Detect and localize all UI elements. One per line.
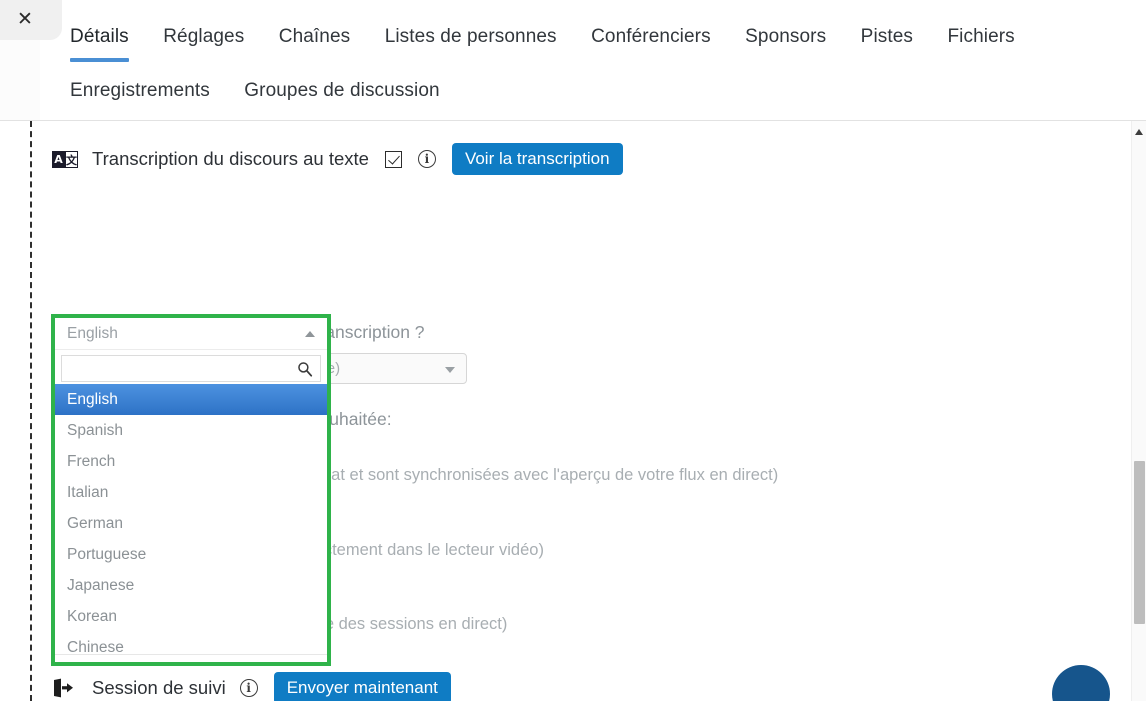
tab-fichiers[interactable]: Fichiers <box>947 22 1014 52</box>
language-option-portuguese[interactable]: Portuguese <box>55 539 327 570</box>
timeline-dashed-rail <box>30 121 32 701</box>
language-option-italian[interactable]: Italian <box>55 477 327 508</box>
close-button[interactable]: ✕ <box>0 0 62 40</box>
tab-sponsors[interactable]: Sponsors <box>745 22 826 52</box>
transcription-section-header: A文 Transcription du discours au texte i … <box>52 142 623 176</box>
tab-label: Détails <box>70 26 129 47</box>
secondary-tab-bar: Enregistrements Groupes de discussion <box>70 76 470 106</box>
tab-label: Enregistrements <box>70 80 210 101</box>
combobox-selected-value: English <box>67 325 118 342</box>
language-option-english[interactable]: English <box>55 384 327 415</box>
combobox-search-box[interactable] <box>61 355 321 382</box>
tab-chaines[interactable]: Chaînes <box>279 22 350 52</box>
close-icon: ✕ <box>17 8 33 30</box>
tab-label: Conférenciers <box>591 26 711 47</box>
tab-label: Chaînes <box>278 26 351 47</box>
tab-label: Groupes de discussion <box>244 80 440 101</box>
tab-enregistrements[interactable]: Enregistrements <box>70 76 210 106</box>
transcription-info-icon[interactable]: i <box>417 150 436 168</box>
tab-label: Sponsors <box>745 26 827 47</box>
app-root: ✕ Détails Réglages Chaînes Listes de per… <box>0 0 1146 701</box>
transcription-checkbox[interactable] <box>384 150 402 168</box>
followup-session-label: Session de suivi <box>92 677 226 698</box>
chevron-down-icon <box>445 367 455 373</box>
language-option-japanese[interactable]: Japanese <box>55 570 327 601</box>
followup-info-icon[interactable]: i <box>239 679 258 697</box>
language-option-german[interactable]: German <box>55 508 327 539</box>
tab-listes-de-personnes[interactable]: Listes de personnes <box>385 22 557 52</box>
scroll-up-arrow-icon[interactable] <box>1135 129 1143 135</box>
combobox-search-input[interactable] <box>62 356 302 381</box>
scrollbar-thumb[interactable] <box>1134 461 1145 624</box>
translate-icon: A文 <box>52 150 78 168</box>
followup-session-row: Session de suivi i Envoyer maintenant <box>52 672 451 701</box>
tab-label: Fichiers <box>947 26 1015 47</box>
tab-reglages[interactable]: Réglages <box>163 22 244 52</box>
view-transcription-button[interactable]: Voir la transcription <box>451 143 623 175</box>
tab-pistes[interactable]: Pistes <box>861 22 913 52</box>
combobox-header[interactable]: English <box>55 318 327 350</box>
speech-language-combobox[interactable]: English English Spanish French Italian G… <box>51 314 331 666</box>
tab-label: Réglages <box>163 26 245 47</box>
tab-conferenciers[interactable]: Conférenciers <box>591 22 711 52</box>
tab-details[interactable]: Détails <box>70 22 129 62</box>
settings-content: uction: onglet de votre chat et sont syn… <box>0 121 1146 701</box>
header-panel: ✕ Détails Réglages Chaînes Listes de per… <box>0 0 1146 120</box>
tab-label: Listes de personnes <box>384 26 557 47</box>
vertical-scrollbar[interactable] <box>1131 121 1146 701</box>
send-now-button[interactable]: Envoyer maintenant <box>273 672 451 701</box>
language-option-spanish[interactable]: Spanish <box>55 415 327 446</box>
language-option-korean[interactable]: Korean <box>55 601 327 632</box>
exit-arrow-icon <box>54 678 73 698</box>
tab-label: Pistes <box>860 26 914 47</box>
chevron-up-icon <box>305 331 315 337</box>
search-icon <box>298 362 313 377</box>
language-option-french[interactable]: French <box>55 446 327 477</box>
window-header: ✕ Détails Réglages Chaînes Listes de per… <box>0 0 1146 121</box>
language-option-list: English Spanish French Italian German Po… <box>55 384 327 656</box>
primary-tab-bar: Détails Réglages Chaînes Listes de perso… <box>70 22 1045 62</box>
transcription-title: Transcription du discours au texte <box>92 148 369 169</box>
tab-groupes-de-discussion[interactable]: Groupes de discussion <box>244 76 439 106</box>
